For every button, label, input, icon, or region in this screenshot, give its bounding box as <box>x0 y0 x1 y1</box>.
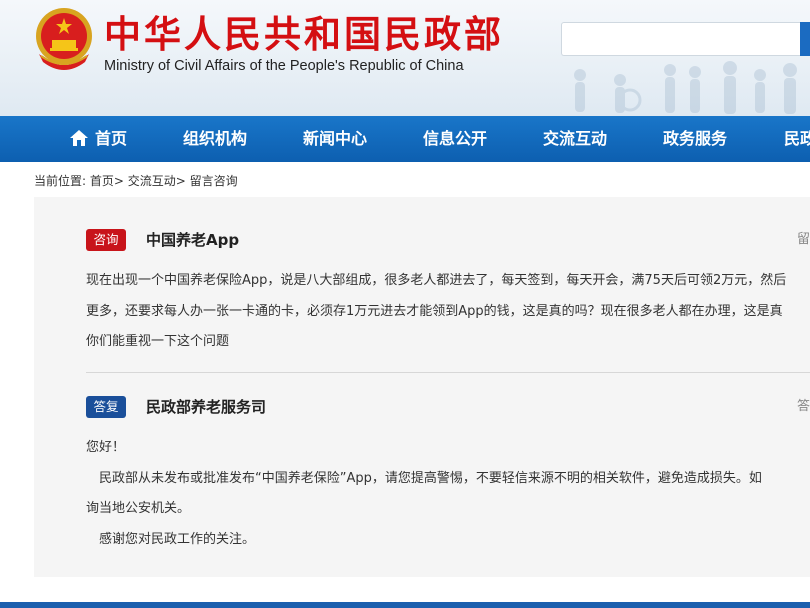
answer-line: 民政部从未发布或批准发布“中国养老保险”App，请您提高警惕，不要轻信来源不明的… <box>86 470 762 486</box>
message-panel: 咨询 中国养老App 留 现在出现一个中国养老保险App，说是八大部组成，很多老… <box>34 197 810 577</box>
breadcrumb: 当前位置: 首页> 交流互动> 留言咨询 <box>34 172 238 190</box>
answer-tag: 答复 <box>86 396 126 418</box>
answer-line: 询当地公安机关。 <box>86 501 191 516</box>
national-emblem-icon <box>36 8 92 70</box>
site-title-en: Ministry of Civil Affairs of the People'… <box>104 58 464 74</box>
nav-item-label: 民政 <box>784 129 810 148</box>
answer-line: 您好！ <box>86 440 126 455</box>
question-tag: 咨询 <box>86 229 126 251</box>
home-icon <box>69 130 88 146</box>
answer-body: 您好！ 民政部从未发布或批准发布“中国养老保险”App，请您提高警惕，不要轻信来… <box>86 433 810 555</box>
question-line: 你们能重视一下这个问题 <box>86 334 230 349</box>
answer-line: 感谢您对民政工作的关注。 <box>86 531 256 547</box>
nav-item-organization[interactable]: 组织机构 <box>170 116 260 162</box>
nav-item-label: 交流互动 <box>542 129 607 148</box>
divider <box>86 372 810 373</box>
breadcrumb-link-home[interactable]: 首页> <box>90 174 124 188</box>
site-header: 中华人民共和国民政部 Ministry of Civil Affairs of … <box>0 0 810 116</box>
breadcrumb-link-interaction[interactable]: 交流互动> <box>128 174 186 188</box>
question-side-label: 留 <box>796 232 810 247</box>
nav-item-news[interactable]: 新闻中心 <box>290 116 380 162</box>
question-subject: 中国养老App <box>146 231 240 249</box>
search-input[interactable] <box>562 23 810 55</box>
nav-item-label: 组织机构 <box>182 129 247 148</box>
footer-bar <box>0 602 810 608</box>
breadcrumb-prefix: 当前位置: <box>34 174 87 188</box>
nav-item-interaction[interactable]: 交流互动 <box>530 116 620 162</box>
nav-item-label: 信息公开 <box>422 129 487 148</box>
site-title-cn[interactable]: 中华人民共和国民政部 <box>104 13 504 57</box>
question-body: 现在出现一个中国养老保险App，说是八大部组成，很多老人都进去了，每天签到，每天… <box>86 266 810 358</box>
answer-side-label: 答 <box>796 399 810 414</box>
question-line: 更多，还要求每人办一张一卡通的卡，必须存1万元进去才能领到App的钱，这是真的吗… <box>86 303 783 319</box>
main-nav: 首页 组织机构 新闻中心 信息公开 交流互动 政务服务 民政 <box>0 116 810 162</box>
breadcrumb-current: 留言咨询 <box>189 174 238 188</box>
nav-item-label: 政务服务 <box>662 129 727 148</box>
nav-item-services[interactable]: 政务服务 <box>650 116 740 162</box>
answer-subject: 民政部养老服务司 <box>146 398 267 416</box>
nav-item-label: 新闻中心 <box>302 129 367 148</box>
search-field[interactable] <box>561 22 810 56</box>
nav-item-home[interactable]: 首页 <box>58 116 138 162</box>
question-line: 现在出现一个中国养老保险App，说是八大部组成，很多老人都进去了，每天签到，每天… <box>86 273 787 288</box>
nav-item-label: 首页 <box>94 129 127 148</box>
nav-item-civil-affairs[interactable]: 民政 <box>770 116 810 162</box>
search-button[interactable] <box>800 22 810 56</box>
nav-item-info-disclosure[interactable]: 信息公开 <box>410 116 500 162</box>
